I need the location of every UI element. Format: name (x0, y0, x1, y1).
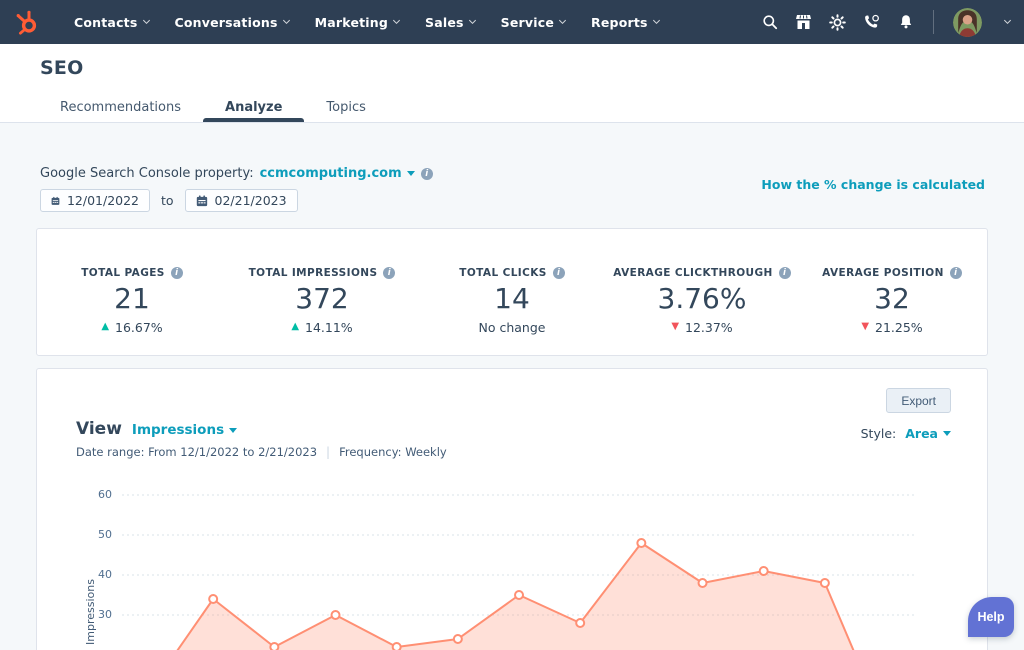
chevron-down-icon (559, 17, 566, 24)
chart-subheader: Date range: From 12/1/2022 to 2/21/2023 … (76, 445, 447, 459)
date-range-row: 12/01/2022 to 02/21/2023 (40, 189, 298, 212)
stat-value: 3.76% (658, 284, 747, 315)
stat-average-position: AVERAGE POSITION 32 ▼21.25% (797, 267, 987, 335)
delta-up-icon: ▲ (101, 322, 109, 332)
marketplace-icon[interactable] (795, 14, 812, 31)
percent-change-help-link[interactable]: How the % change is calculated (761, 177, 985, 192)
stat-total-pages: TOTAL PAGES 21 ▲16.67% (37, 267, 227, 335)
info-icon[interactable] (779, 267, 791, 279)
dropdown-caret-icon (407, 171, 415, 176)
delta-down-icon: ▼ (671, 322, 679, 332)
property-dropdown[interactable]: ccmcomputing.com (260, 166, 415, 181)
subheader-divider: | (326, 445, 330, 459)
tab-analyze[interactable]: Analyze (203, 92, 304, 122)
date-range-to-label: to (161, 193, 174, 208)
stat-average-clickthrough: AVERAGE CLICKTHROUGH 3.76% ▼12.37% (607, 267, 797, 335)
nav-item-reports[interactable]: Reports (578, 0, 672, 44)
user-avatar[interactable] (953, 8, 982, 37)
chevron-down-icon (393, 17, 400, 24)
search-icon[interactable] (761, 14, 778, 31)
nav-item-sales[interactable]: Sales (412, 0, 488, 44)
dropdown-caret-icon (943, 431, 951, 436)
chart-frequency: Frequency: Weekly (339, 445, 447, 459)
chevron-down-icon (283, 17, 290, 24)
page-header: SEO Recommendations Analyze Topics (0, 44, 1024, 123)
chevron-down-icon (653, 17, 660, 24)
property-label: Google Search Console property: (40, 166, 254, 181)
y-axis-tick: 50 (80, 528, 112, 541)
chart-date-range: Date range: From 12/1/2022 to 2/21/2023 (76, 445, 317, 459)
dropdown-caret-icon (229, 428, 237, 433)
calendar-icon (51, 195, 60, 207)
settings-gear-icon[interactable] (829, 14, 846, 31)
chevron-down-icon (469, 17, 476, 24)
date-from-input[interactable]: 12/01/2022 (40, 189, 150, 212)
tab-topics[interactable]: Topics (304, 92, 387, 122)
nav-item-service[interactable]: Service (488, 0, 578, 44)
nav-utilities (761, 8, 1024, 37)
notifications-bell-icon[interactable] (897, 14, 914, 31)
summary-stats-card: TOTAL PAGES 21 ▲16.67% TOTAL IMPRESSIONS… (36, 228, 988, 356)
search-console-property-row: Google Search Console property: ccmcompu… (40, 166, 433, 181)
stat-value: 372 (295, 284, 348, 315)
y-axis-label: Impressions (84, 552, 98, 650)
info-icon[interactable] (553, 267, 565, 279)
seo-analyze-page: Contacts Conversations Marketing Sales S… (0, 0, 1024, 650)
nav-item-conversations[interactable]: Conversations (162, 0, 302, 44)
hubspot-logo-icon[interactable] (13, 8, 41, 36)
page-title: SEO (40, 57, 83, 79)
calls-phone-icon[interactable] (863, 14, 880, 31)
stat-total-clicks: TOTAL CLICKS 14 No change (417, 267, 607, 335)
chevron-down-icon (142, 17, 149, 24)
date-to-input[interactable]: 02/21/2023 (185, 189, 298, 212)
view-metric-dropdown[interactable]: Impressions (132, 422, 237, 438)
tab-recommendations[interactable]: Recommendations (38, 92, 203, 122)
nav-item-contacts[interactable]: Contacts (61, 0, 162, 44)
delta-down-icon: ▼ (861, 322, 869, 332)
impressions-chart-svg[interactable] (122, 480, 917, 650)
help-button[interactable]: Help (968, 597, 1014, 637)
nav-menu: Contacts Conversations Marketing Sales S… (61, 0, 672, 44)
account-chevron-down-icon[interactable] (1004, 17, 1011, 24)
top-navigation-bar: Contacts Conversations Marketing Sales S… (0, 0, 1024, 44)
nav-divider (933, 10, 934, 34)
stat-value: 32 (874, 284, 910, 315)
stat-value: 14 (494, 284, 530, 315)
delta-up-icon: ▲ (291, 322, 299, 332)
info-icon[interactable] (383, 267, 395, 279)
nav-item-marketing[interactable]: Marketing (302, 0, 412, 44)
stat-value: 21 (114, 284, 150, 315)
y-axis-tick: 60 (80, 488, 112, 501)
export-button[interactable]: Export (886, 388, 951, 413)
calendar-icon (196, 195, 208, 207)
view-title: View (76, 419, 122, 439)
info-icon[interactable] (171, 267, 183, 279)
stat-total-impressions: TOTAL IMPRESSIONS 372 ▲14.11% (227, 267, 417, 335)
info-icon[interactable] (950, 267, 962, 279)
style-label: Style: (861, 426, 897, 441)
tab-bar: Recommendations Analyze Topics (38, 92, 388, 122)
style-dropdown[interactable]: Area (905, 426, 951, 441)
property-info-icon[interactable] (421, 168, 433, 180)
